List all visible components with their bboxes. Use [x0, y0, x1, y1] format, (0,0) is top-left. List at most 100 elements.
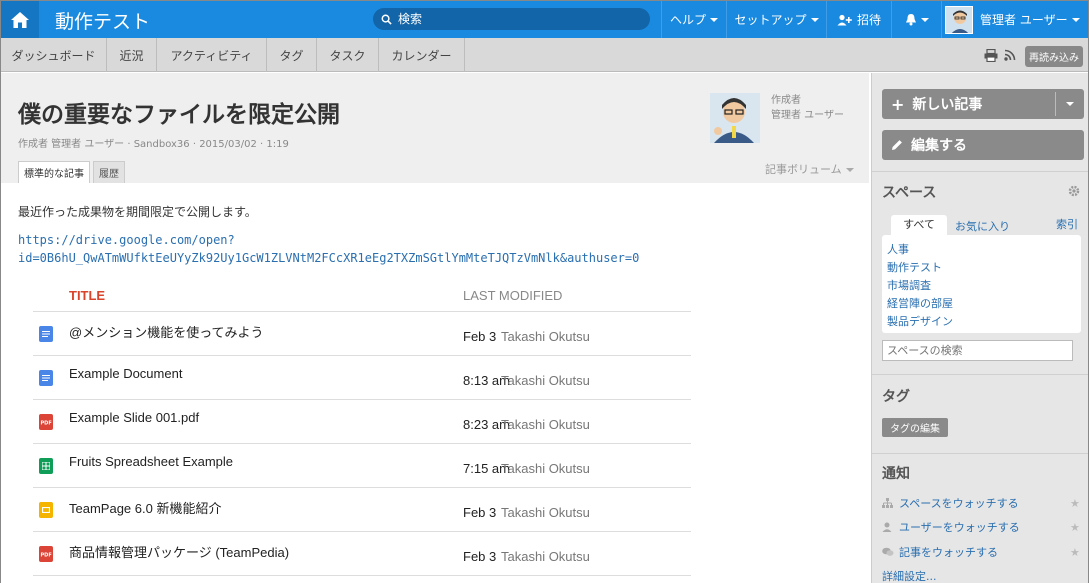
tab-history[interactable]: 履歴	[93, 161, 125, 183]
file-name[interactable]: 商品情報管理パッケージ (TeamPedia)	[69, 542, 289, 561]
file-table: TITLE LAST MODIFIED @メンション機能を使ってみよう Feb …	[33, 279, 691, 576]
setup-menu[interactable]: セットアップ	[726, 1, 826, 38]
google-doc-icon	[39, 326, 53, 342]
tab-recent[interactable]: 近況	[107, 38, 157, 72]
tab-index[interactable]: 索引	[1056, 216, 1078, 232]
drive-link-line2: id=0B6hU_QwATmWUfktEeUYyZk92Uy1GcW1ZLVNt…	[18, 251, 640, 265]
sidebar: + 新しい記事 編集する スペース すべて お気に入り 索引 人事 動作テスト …	[871, 73, 1088, 583]
space-item[interactable]: 動作テスト	[887, 259, 942, 275]
article-volume-dropdown[interactable]: 記事ボリューム	[765, 161, 854, 177]
rss-icon[interactable]	[1004, 49, 1016, 61]
table-row[interactable]: PDF 商品情報管理パッケージ (TeamPedia) Feb 3 Takash…	[33, 532, 691, 576]
space-item[interactable]: 人事	[887, 241, 909, 257]
author-info: 作成者 管理者 ユーザー	[771, 93, 844, 123]
home-button[interactable]	[1, 1, 39, 38]
home-icon	[11, 11, 29, 28]
tab-dashboard[interactable]: ダッシュボード	[1, 38, 107, 72]
watch-user-link[interactable]: ユーザーをウォッチする ★	[882, 519, 1082, 535]
google-doc-icon	[39, 370, 53, 386]
space-search-input[interactable]	[882, 340, 1073, 361]
print-icon[interactable]	[984, 49, 998, 62]
gear-icon[interactable]	[1068, 185, 1080, 197]
drive-link[interactable]: https://drive.google.com/open? id=0B6hU_…	[18, 231, 718, 267]
volume-label: 記事ボリューム	[765, 163, 842, 176]
watch-space-label: スペースをウォッチする	[899, 497, 1019, 510]
search-input[interactable]	[398, 12, 638, 26]
invite-button[interactable]: 招待	[826, 1, 891, 38]
divider	[872, 374, 1088, 375]
file-user: Takashi Okutsu	[501, 505, 590, 520]
watch-user-label: ユーザーをウォッチする	[899, 521, 1020, 534]
watch-post-label: 記事をウォッチする	[899, 546, 998, 559]
divider	[872, 453, 1088, 454]
star-icon[interactable]: ★	[1070, 521, 1080, 534]
file-user: Takashi Okutsu	[501, 329, 590, 344]
tab-all[interactable]: すべて	[891, 215, 947, 235]
article-header: 僕の重要なファイルを限定公開 作成者 管理者 ユーザー · Sandbox36 …	[1, 73, 869, 183]
table-row[interactable]: TeamPage 6.0 新機能紹介 Feb 3 Takashi Okutsu	[33, 488, 691, 532]
space-item[interactable]: 市場調査	[887, 277, 931, 293]
space-item[interactable]: 製品デザイン	[887, 313, 953, 329]
watch-post-link[interactable]: 記事をウォッチする ★	[882, 544, 1082, 560]
search-box[interactable]	[373, 8, 650, 30]
notifications-menu[interactable]	[891, 1, 941, 38]
new-post-button[interactable]: + 新しい記事	[882, 89, 1084, 119]
tab-favorites[interactable]: お気に入り	[955, 218, 1010, 234]
table-row[interactable]: Fruits Spreadsheet Example 7:15 am Takas…	[33, 444, 691, 488]
star-icon[interactable]: ★	[1070, 497, 1080, 510]
author-name[interactable]: 管理者 ユーザー	[771, 108, 844, 123]
author-label: 作成者	[771, 95, 801, 106]
reload-button[interactable]: 再読み込み	[1025, 46, 1083, 67]
file-name[interactable]: @メンション機能を使ってみよう	[69, 322, 264, 341]
chevron-down-icon	[710, 17, 718, 22]
watch-space-link[interactable]: スペースをウォッチする ★	[882, 495, 1082, 511]
divider	[872, 171, 1088, 172]
table-row[interactable]: @メンション機能を使ってみよう Feb 3 Takashi Okutsu	[33, 312, 691, 356]
file-date: Feb 3	[463, 329, 497, 344]
edit-tags-button[interactable]: タグの編集	[882, 418, 948, 437]
button-divider	[1055, 92, 1056, 116]
author-avatar[interactable]	[710, 93, 760, 143]
svg-text:PDF: PDF	[41, 553, 52, 558]
tab-standard-article[interactable]: 標準的な記事	[18, 161, 90, 183]
space-item[interactable]: 経営陣の部屋	[887, 295, 953, 311]
pdf-icon: PDF	[39, 546, 53, 562]
table-row[interactable]: PDF Example Slide 001.pdf 8:23 am Takash…	[33, 400, 691, 444]
star-icon[interactable]: ★	[1070, 546, 1080, 559]
tab-tags[interactable]: タグ	[267, 38, 317, 72]
advanced-settings-link[interactable]: 詳細設定...	[882, 568, 1082, 583]
edit-button[interactable]: 編集する	[882, 130, 1084, 160]
help-menu[interactable]: ヘルプ	[661, 1, 726, 38]
chevron-down-icon	[845, 168, 854, 172]
tab-calendar[interactable]: カレンダー	[379, 38, 465, 72]
chevron-down-icon[interactable]	[1066, 102, 1074, 106]
notifications-title: 通知	[882, 466, 910, 482]
tab-activity[interactable]: アクティビティ	[157, 38, 267, 72]
column-title[interactable]: TITLE	[69, 288, 105, 303]
file-name[interactable]: Example Document	[69, 366, 182, 381]
page-title: 僕の重要なファイルを限定公開	[18, 102, 340, 128]
table-row[interactable]: Example Document 8:13 am Takashi Okutsu	[33, 356, 691, 400]
spaces-title: スペース	[882, 185, 937, 201]
chevron-down-icon	[1071, 17, 1080, 22]
plus-icon: +	[891, 94, 905, 114]
google-slides-icon	[39, 502, 53, 518]
tags-title: タグ	[882, 389, 910, 405]
file-name[interactable]: Fruits Spreadsheet Example	[69, 454, 233, 469]
invite-label: 招待	[856, 13, 881, 27]
file-user: Takashi Okutsu	[501, 417, 590, 432]
avatar	[945, 5, 973, 34]
sitemap-icon	[882, 498, 893, 508]
user-menu[interactable]: 管理者 ユーザー	[941, 1, 1088, 38]
setup-label: セットアップ	[734, 13, 807, 27]
search-icon	[381, 14, 392, 25]
top-bar: 動作テスト ヘルプ セットアップ 招待 管理者 ユーザー	[1, 1, 1088, 38]
app-title[interactable]: 動作テスト	[55, 7, 150, 34]
user-name: 管理者 ユーザー	[980, 13, 1068, 27]
file-date: Feb 3	[463, 549, 497, 564]
file-name[interactable]: TeamPage 6.0 新機能紹介	[69, 498, 221, 517]
column-last-modified[interactable]: LAST MODIFIED	[463, 288, 562, 303]
tab-tasks[interactable]: タスク	[317, 38, 379, 72]
file-name[interactable]: Example Slide 001.pdf	[69, 410, 199, 425]
drive-link-line1: https://drive.google.com/open?	[18, 233, 235, 247]
